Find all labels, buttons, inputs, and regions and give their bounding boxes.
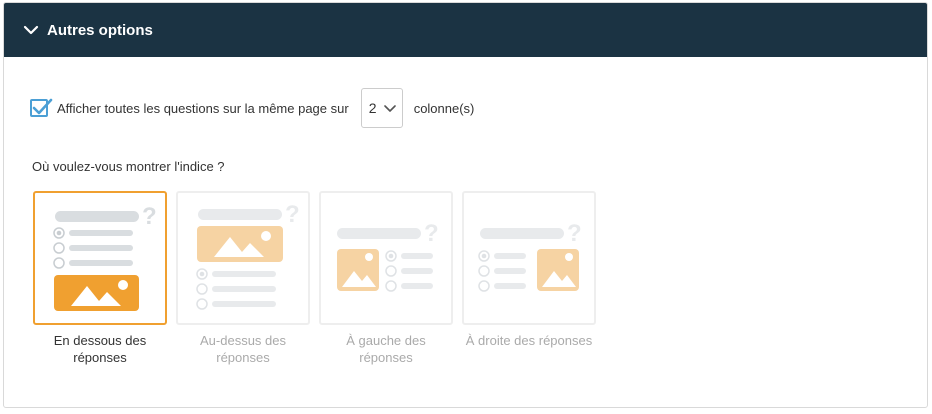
columns-suffix: colonne(s) bbox=[413, 100, 475, 116]
panel-title: Autres options bbox=[47, 21, 153, 39]
hint-question: Où voulez-vous montrer l'indice ? bbox=[32, 159, 225, 174]
option-label: En dessous des réponses bbox=[53, 333, 147, 365]
svg-text:?: ? bbox=[142, 203, 157, 230]
same-page-label: Afficher toutes les questions sur la mêm… bbox=[57, 100, 349, 116]
columns-select[interactable]: 2 bbox=[360, 88, 403, 128]
svg-text:?: ? bbox=[567, 220, 582, 247]
svg-text:?: ? bbox=[285, 201, 300, 228]
option-label: Au-dessus des réponses bbox=[200, 333, 286, 365]
option-label: À gauche des réponses bbox=[346, 333, 426, 365]
option-card: ? bbox=[319, 191, 453, 325]
options-panel: Autres options Afficher toutes les quest… bbox=[3, 2, 928, 408]
chevron-down-icon bbox=[383, 105, 396, 112]
layout-image-below-icon: ? bbox=[53, 203, 157, 311]
svg-text:?: ? bbox=[424, 220, 439, 247]
columns-select-value: 2 bbox=[368, 100, 377, 116]
hint-option-right[interactable]: ? À droite des réponses bbox=[462, 191, 596, 366]
hint-position-options: ? En dessous des réponses ? Au-dessus de… bbox=[33, 191, 605, 366]
option-card: ? bbox=[176, 191, 310, 325]
hint-option-left[interactable]: ? À gauche des réponses bbox=[319, 191, 453, 366]
option-card: ? bbox=[33, 191, 167, 325]
layout-image-left-icon: ? bbox=[337, 220, 439, 292]
option-card: ? bbox=[462, 191, 596, 325]
display-setting-row: Afficher toutes les questions sur la mêm… bbox=[30, 87, 474, 129]
hint-option-below[interactable]: ? En dessous des réponses bbox=[33, 191, 167, 366]
panel-header[interactable]: Autres options bbox=[4, 3, 927, 57]
checkmark-icon bbox=[32, 98, 53, 115]
layout-image-above-icon: ? bbox=[196, 201, 300, 310]
option-label: À droite des réponses bbox=[465, 333, 593, 348]
chevron-down-icon bbox=[23, 25, 39, 35]
same-page-checkbox[interactable] bbox=[30, 98, 53, 117]
layout-image-right-icon: ? bbox=[478, 220, 582, 292]
hint-option-above[interactable]: ? Au-dessus des réponses bbox=[176, 191, 310, 366]
